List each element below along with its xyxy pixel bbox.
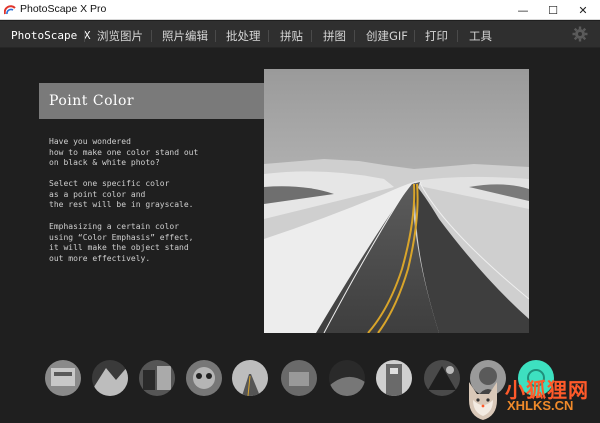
menu-tools[interactable]: 工具 [469, 28, 492, 44]
menu-home[interactable]: PhotoScape X [11, 29, 90, 42]
menu-browse[interactable]: 浏览图片 [97, 28, 143, 44]
minimize-button[interactable]: — [508, 0, 538, 20]
menu-combine[interactable]: 拼图 [323, 28, 346, 44]
sample-thumbnail[interactable] [45, 360, 81, 396]
feature-description-3: Emphasizing a certain color using “Color… [49, 222, 194, 263]
sample-photo [264, 69, 529, 333]
sample-thumbnail[interactable] [329, 360, 365, 396]
sample-thumbnail[interactable] [92, 360, 128, 396]
window-title: PhotoScape X Pro [20, 3, 107, 15]
app-logo-icon [4, 5, 16, 15]
menu-separator [151, 30, 152, 42]
gear-icon[interactable] [572, 26, 588, 42]
sample-thumbnail[interactable] [281, 360, 317, 396]
title-bar: PhotoScape X Pro — ☐ ✕ [0, 0, 600, 20]
sample-thumbnail[interactable] [139, 360, 175, 396]
fox-logo-icon [469, 382, 497, 420]
menu-separator [268, 30, 269, 42]
menu-print[interactable]: 打印 [425, 28, 448, 44]
start-page: Point Color Have you wondered how to mak… [0, 48, 600, 423]
menu-batch[interactable]: 批处理 [226, 28, 261, 44]
feature-title: Point Color [49, 93, 135, 109]
sample-thumbnail[interactable] [232, 360, 268, 396]
menu-separator [414, 30, 415, 42]
maximize-button[interactable]: ☐ [538, 0, 568, 20]
menu-separator [311, 30, 312, 42]
sample-thumbnail[interactable] [376, 360, 412, 396]
sample-thumbnail[interactable] [186, 360, 222, 396]
watermark-url: XHLKS.CN [507, 398, 574, 413]
feature-description-2: Select one specific color as a point col… [49, 179, 194, 209]
menu-create-gif[interactable]: 创建GIF [366, 28, 408, 44]
main-menu-bar: PhotoScape X 浏览图片 照片编辑 批处理 拼贴 拼图 创建GIF 打… [0, 21, 600, 48]
menu-separator [84, 30, 85, 42]
menu-separator [215, 30, 216, 42]
menu-collage[interactable]: 拼贴 [280, 28, 303, 44]
close-button[interactable]: ✕ [568, 0, 598, 20]
menu-separator [354, 30, 355, 42]
menu-editor[interactable]: 照片编辑 [162, 28, 208, 44]
sample-thumbnail[interactable] [424, 360, 460, 396]
menu-separator [457, 30, 458, 42]
feature-description-1: Have you wondered how to make one color … [49, 137, 199, 167]
